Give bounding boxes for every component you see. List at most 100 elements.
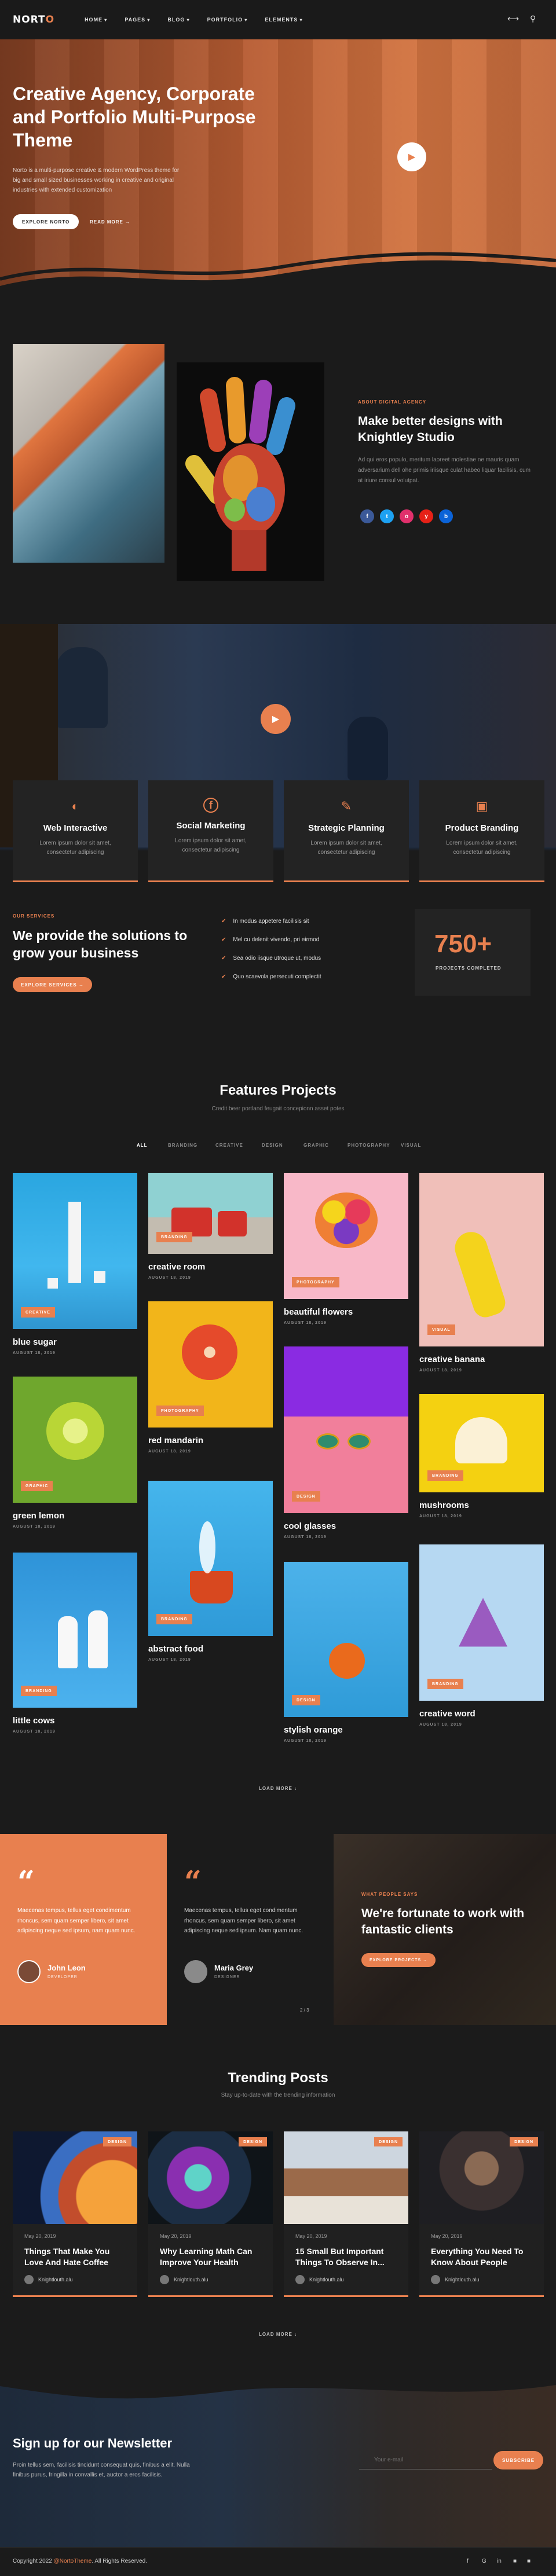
project-image-creative-word[interactable]: ▲	[419, 1544, 544, 1701]
service-card[interactable]: ▣ Product Branding Lorem ipsum dolor sit…	[419, 780, 544, 882]
read-more-link[interactable]: READ MORE →	[90, 214, 130, 229]
filter-all[interactable]: ALL	[137, 1143, 148, 1148]
site-logo[interactable]: NORTO	[13, 14, 54, 25]
project-tag[interactable]: BRANDING	[427, 1470, 463, 1481]
project-tag[interactable]: CREATIVE	[21, 1307, 55, 1318]
post-category[interactable]: DESIGN	[239, 2137, 267, 2146]
footer-linkedin-icon[interactable]: in	[497, 2558, 502, 2564]
project-title[interactable]: abstract food	[148, 1644, 203, 1654]
project-tag[interactable]: PHOTOGRAPHY	[292, 1277, 339, 1287]
filter-branding[interactable]: BRANDING	[168, 1143, 197, 1148]
filter-creative[interactable]: CREATIVE	[215, 1143, 243, 1148]
footer-google-icon[interactable]: G	[482, 2558, 487, 2564]
project-tag[interactable]: PHOTOGRAPHY	[156, 1406, 204, 1416]
project-title[interactable]: stylish orange	[284, 1725, 343, 1735]
project-tag[interactable]: DESIGN	[292, 1695, 320, 1705]
footer-instagram-icon[interactable]: ■	[513, 2558, 517, 2564]
avatar	[17, 1960, 41, 1983]
post-title[interactable]: Why Learning Math Can Improve Your Healt…	[160, 2246, 261, 2268]
filter-graphic[interactable]: GRAPHIC	[303, 1143, 329, 1148]
search-icon[interactable]: ⚲	[530, 14, 536, 24]
post-card[interactable]: DESIGN May 20, 2019 Why Learning Math Ca…	[148, 2131, 273, 2297]
project-tag[interactable]: BRANDING	[156, 1614, 192, 1624]
project-title[interactable]: red mandarin	[148, 1436, 203, 1445]
project-image-cool-glasses[interactable]	[284, 1346, 408, 1513]
glasses-lens	[316, 1433, 339, 1450]
post-date: May 20, 2019	[431, 2233, 463, 2239]
post-card[interactable]: DESIGN May 20, 2019 15 Small But Importa…	[284, 2131, 408, 2297]
video-play-button[interactable]: ▶	[261, 704, 291, 734]
post-author[interactable]: Knightlouth.alu	[24, 2274, 137, 2284]
project-image-stylish-orange[interactable]	[284, 1562, 408, 1717]
menu-item-home[interactable]: HOME	[85, 17, 107, 23]
post-title[interactable]: Everything You Need To Know About People	[431, 2246, 532, 2268]
project-title[interactable]: creative word	[419, 1709, 475, 1719]
project-image-little-cows[interactable]	[13, 1553, 137, 1708]
explore-projects-button[interactable]: EXPLORE PROJECTS →	[361, 1953, 436, 1967]
facebook-icon[interactable]: f	[360, 509, 374, 523]
footer: Copyright 2022 @NortoTheme. All Rights R…	[0, 2547, 556, 2576]
project-date: AUGUST 18, 2019	[13, 1730, 56, 1734]
solutions-kicker: OUR SERVICES	[13, 913, 55, 919]
post-category[interactable]: DESIGN	[374, 2137, 403, 2146]
project-image-blue-sugar[interactable]	[13, 1173, 137, 1329]
project-image-creative-banana[interactable]	[419, 1173, 544, 1346]
service-card[interactable]: ◐ Web Interactive Lorem ipsum dolor sit …	[13, 780, 138, 882]
project-date: AUGUST 18, 2019	[284, 1535, 327, 1539]
filter-design[interactable]: DESIGN	[262, 1143, 283, 1148]
project-tag[interactable]: BRANDING	[21, 1686, 57, 1696]
sugar-cube	[47, 1278, 58, 1289]
post-card[interactable]: DESIGN May 20, 2019 Things That Make You…	[13, 2131, 137, 2297]
twitter-icon[interactable]: t	[380, 509, 394, 523]
project-title[interactable]: beautiful flowers	[284, 1307, 353, 1317]
footer-facebook-icon[interactable]: f	[467, 2558, 469, 2564]
menu-item-blog[interactable]: BLOG	[167, 17, 189, 23]
post-author[interactable]: Knightlouth.alu	[431, 2274, 544, 2284]
subscribe-button[interactable]: SUBSCRIBE	[493, 2451, 543, 2469]
menu-item-elements[interactable]: ELEMENTS	[265, 17, 302, 23]
explore-button[interactable]: EXPLORE NORTO	[13, 214, 79, 229]
project-image-abstract-food[interactable]	[148, 1481, 273, 1636]
service-card[interactable]: ✎ Strategic Planning Lorem ipsum dolor s…	[284, 780, 409, 882]
project-tag[interactable]: VISUAL	[427, 1324, 455, 1335]
hero-play-button[interactable]: ▶	[397, 142, 426, 171]
post-title[interactable]: Things That Make You Love And Hate Coffe…	[24, 2246, 126, 2268]
instagram-icon[interactable]: o	[400, 509, 414, 523]
project-tag[interactable]: GRAPHIC	[21, 1481, 53, 1491]
project-title[interactable]: creative banana	[419, 1355, 485, 1364]
project-title[interactable]: green lemon	[13, 1511, 64, 1521]
post-card[interactable]: DESIGN May 20, 2019 Everything You Need …	[419, 2131, 544, 2297]
pencil-icon: ✎	[341, 799, 352, 813]
posts-load-more[interactable]: LOAD MORE ↓	[0, 2332, 556, 2337]
project-tag[interactable]: BRANDING	[156, 1232, 192, 1242]
post-author[interactable]: Knightlouth.alu	[160, 2274, 273, 2284]
share-icon[interactable]: ⟷	[507, 14, 519, 24]
project-title[interactable]: blue sugar	[13, 1337, 57, 1347]
project-title[interactable]: cool glasses	[284, 1521, 336, 1531]
youtube-icon[interactable]: y	[419, 509, 433, 523]
project-title[interactable]: little cows	[13, 1716, 55, 1726]
post-author[interactable]: Knightlouth.alu	[295, 2274, 408, 2284]
footer-dribbble-icon[interactable]: ■	[527, 2558, 531, 2564]
post-title[interactable]: 15 Small But Important Things To Observe…	[295, 2246, 397, 2268]
newsletter-email-input[interactable]	[359, 2451, 492, 2469]
explore-services-button[interactable]: EXPLORE SERVICES →	[13, 977, 92, 992]
behance-icon[interactable]: b	[439, 509, 453, 523]
project-tag[interactable]: DESIGN	[292, 1491, 320, 1502]
filter-photography[interactable]: PHOTOGRAPHY	[348, 1143, 390, 1148]
milk-bottle	[88, 1610, 108, 1668]
service-card[interactable]: f Social Marketing Lorem ipsum dolor sit…	[148, 780, 273, 882]
project-title[interactable]: creative room	[148, 1262, 205, 1272]
projects-load-more[interactable]: LOAD MORE ↓	[0, 1786, 556, 1791]
clients-background-image: WHAT PEOPLE SAYS We're fortunate to work…	[334, 1834, 556, 2025]
post-category[interactable]: DESIGN	[103, 2137, 131, 2146]
brand-link[interactable]: @NortoTheme	[54, 2558, 92, 2564]
menu-item-pages[interactable]: PAGES	[125, 17, 150, 23]
post-image: DESIGN	[284, 2131, 408, 2224]
post-category[interactable]: DESIGN	[510, 2137, 538, 2146]
menu-item-portfolio[interactable]: PORTFOLIO	[207, 17, 248, 23]
filter-visual[interactable]: VISUAL	[401, 1143, 421, 1148]
testimonial-pager[interactable]: 2 / 3	[300, 2008, 309, 2013]
project-tag[interactable]: BRANDING	[427, 1679, 463, 1689]
project-title[interactable]: mushrooms	[419, 1500, 469, 1510]
